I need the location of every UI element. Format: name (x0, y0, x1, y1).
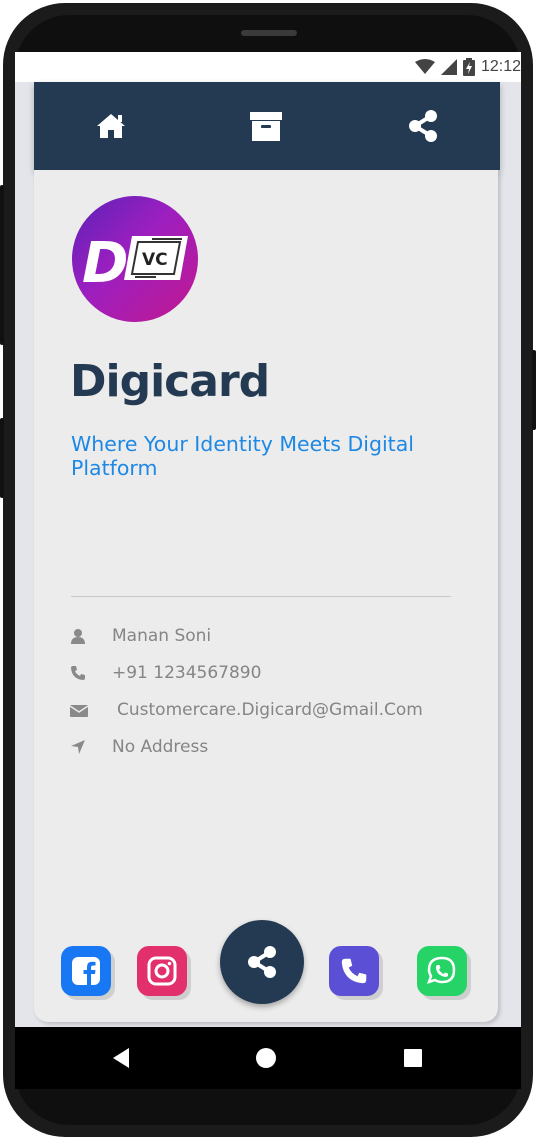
phone-icon (71, 666, 85, 680)
digicard-logo: D VC (72, 196, 198, 322)
facebook-button[interactable] (61, 946, 111, 996)
speaker-grille (241, 30, 297, 36)
contact-email[interactable]: Customercare.Digicard@Gmail.Com (117, 700, 423, 720)
contact-address: No Address (112, 737, 209, 757)
share-icon (248, 946, 276, 978)
back-icon[interactable] (111, 1048, 131, 1068)
battery-icon (462, 58, 475, 76)
system-nav-bar (15, 1027, 521, 1089)
whatsapp-button[interactable] (417, 946, 467, 996)
logo-letter: D (82, 231, 128, 296)
recents-icon[interactable] (403, 1048, 423, 1068)
contact-phone-row: +91 1234567890 (70, 661, 261, 685)
facebook-icon (72, 957, 100, 985)
contact-email-row: Customercare.Digicard@Gmail.Com (70, 698, 423, 722)
envelope-icon (70, 705, 88, 717)
contact-phone[interactable]: +91 1234567890 (112, 663, 261, 683)
location-arrow-icon (71, 740, 85, 754)
contact-name: Manan Soni (112, 626, 212, 646)
status-bar: 12:12 (15, 52, 521, 82)
tagline: Where Your Identity Meets Digital Platfo… (71, 432, 414, 480)
instagram-icon (147, 956, 177, 986)
profile-card: D VC Digicard Where Your Identity Meets … (34, 170, 498, 1022)
contact-name-row: Manan Soni (70, 624, 211, 648)
logo-graphic: D VC (82, 231, 188, 296)
share-icon[interactable] (406, 109, 440, 143)
status-icons: 12:12 (414, 57, 521, 77)
signal-icon (440, 59, 457, 75)
logo-badge-text: VC (142, 250, 168, 270)
whatsapp-icon (427, 956, 456, 984)
phone-icon (341, 958, 367, 984)
power-button (532, 350, 536, 430)
home-button-icon[interactable] (255, 1047, 277, 1069)
side-button-lower (0, 418, 4, 498)
contact-address-row: No Address (70, 735, 208, 759)
divider (71, 596, 451, 597)
page-title: Digicard (70, 356, 270, 407)
wifi-icon (414, 59, 435, 74)
share-fab[interactable] (220, 920, 304, 1004)
archive-icon[interactable] (249, 109, 283, 143)
volume-button (0, 185, 4, 345)
status-time: 12:12 (480, 58, 521, 75)
instagram-button[interactable] (137, 946, 187, 996)
home-icon[interactable] (94, 109, 128, 143)
call-button[interactable] (329, 946, 379, 996)
top-nav-bar (34, 82, 500, 170)
screen: 12:12 D VC Digicard Where Your Identity … (15, 52, 521, 1027)
user-icon (71, 629, 85, 644)
